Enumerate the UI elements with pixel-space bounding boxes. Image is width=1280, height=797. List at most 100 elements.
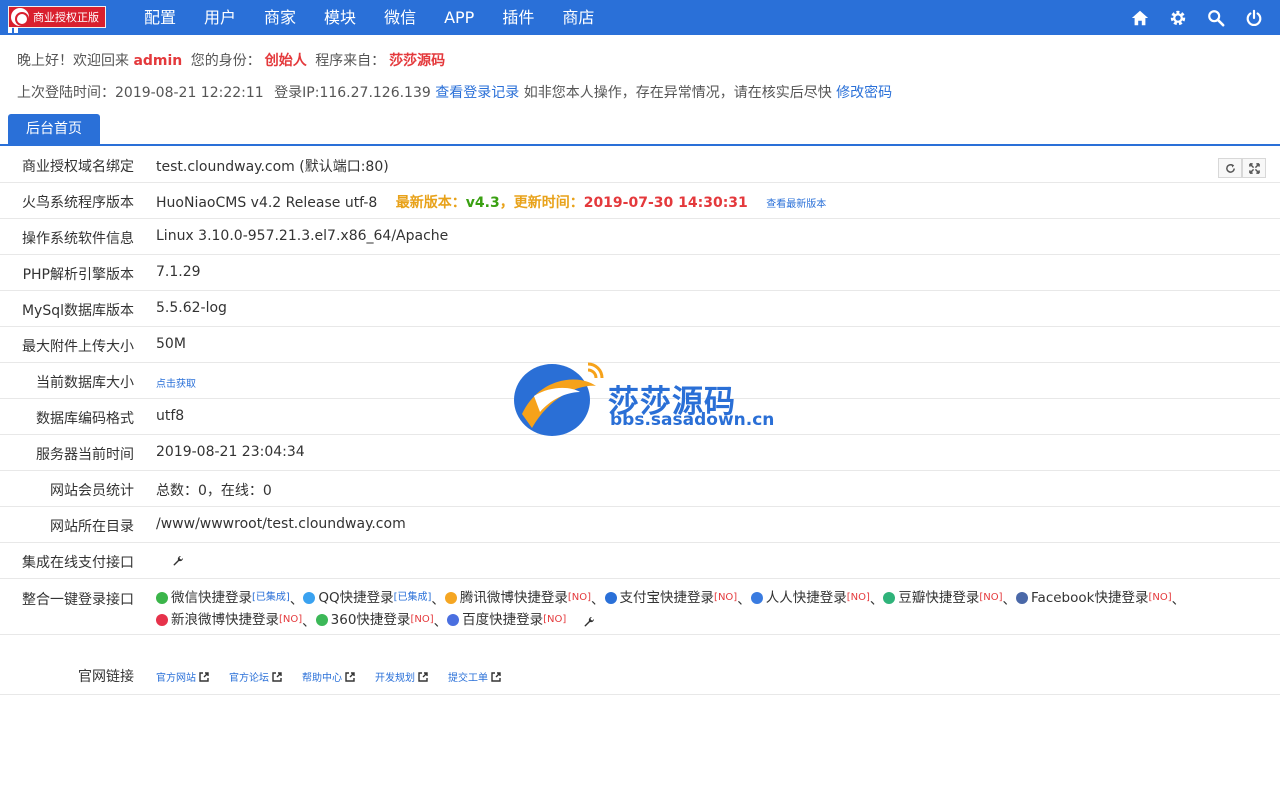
row-label: 商业授权域名绑定 (22, 159, 134, 175)
view-login-log-link[interactable]: 查看登录记录 (435, 85, 519, 101)
official-links: 官方网站 官方论坛 帮助中心 开发规划 提交工单 (156, 669, 501, 684)
login-item-360[interactable]: 360快捷登录 [NO] (315, 610, 434, 630)
nav-item-modules[interactable]: 模块 (310, 0, 370, 35)
external-link-icon (418, 671, 428, 682)
ribbon-icon (8, 27, 18, 33)
login-item-alipay[interactable]: 支付宝快捷登录 [NO] (604, 588, 737, 608)
get-db-size-link[interactable]: 点击获取 (156, 375, 196, 390)
check-latest-version-link[interactable]: 查看最新版本 (766, 199, 826, 210)
refresh-icon (1225, 163, 1235, 173)
wrench-icon (173, 555, 184, 566)
douban-icon (883, 592, 896, 604)
nav-item-users[interactable]: 用户 (190, 0, 250, 35)
row-value: Linux 3.10.0-957.21.3.el7.x86_64/Apache (156, 228, 449, 244)
renren-icon (750, 592, 763, 604)
last-login-time: 2019-08-21 12:22:11 (115, 85, 264, 101)
search-icon[interactable] (1206, 8, 1226, 28)
nav-item-plugins[interactable]: 插件 (488, 0, 548, 35)
facebook-icon (1016, 592, 1029, 604)
link-official-forum[interactable]: 官方论坛 (229, 669, 282, 684)
external-link-icon (199, 671, 209, 682)
nav-item-config[interactable]: 配置 (130, 0, 190, 35)
login-ip-label: 登录IP: (274, 85, 320, 101)
external-link-icon (272, 671, 282, 682)
row-label: 火鸟系统程序版本 (22, 195, 134, 211)
nav-item-app[interactable]: APP (430, 0, 488, 35)
source-value: 莎莎源码 (389, 53, 446, 69)
table-row: 网站所在目录 /www/wwwroot/test.cloundway.com (0, 507, 1280, 543)
seal-icon (11, 8, 29, 26)
tab-dashboard[interactable]: 后台首页 (8, 114, 100, 144)
row-label: 服务器当前时间 (36, 447, 134, 463)
home-icon[interactable] (1130, 8, 1150, 28)
refresh-button[interactable] (1218, 158, 1242, 178)
login-ip: 116.27.126.139 (319, 85, 431, 101)
table-row: 官网链接 官方网站 官方论坛 帮助中心 开发规划 提交工单 (0, 635, 1280, 695)
login-item-tencent-weibo[interactable]: 腾讯微博快捷登录 [NO] (444, 588, 591, 608)
security-notice: 如非您本人操作，存在异常情况，请在核实后尽快 (523, 85, 832, 101)
latest-version: v4.3 (465, 195, 500, 211)
row-value: 50M (156, 336, 186, 352)
nav-item-wechat[interactable]: 微信 (370, 0, 430, 35)
link-dev-roadmap[interactable]: 开发规划 (375, 669, 428, 684)
alipay-icon (604, 592, 617, 604)
watermark-url: bbs.sasadown.cn (610, 410, 775, 430)
table-row: 火鸟系统程序版本 HuoNiaoCMS v4.2 Release utf-8 最… (0, 183, 1280, 219)
login-integrations: 微信快捷登录 [已集成]、 QQ快捷登录 [已集成]、腾讯微博快捷登录 [NO]、支付宝… (156, 588, 1264, 632)
login-item-wechat[interactable]: 微信快捷登录 [已集成] (156, 588, 290, 608)
fullscreen-button[interactable] (1242, 158, 1266, 178)
table-row: 服务器当前时间 2019-08-21 23:04:34 (0, 435, 1280, 471)
360-icon (315, 614, 328, 626)
change-password-link[interactable]: 修改密码 (836, 85, 892, 101)
nav-item-store[interactable]: 商店 (548, 0, 608, 35)
row-value: 2019-08-21 23:04:34 (156, 444, 305, 460)
nav-item-merchants[interactable]: 商家 (250, 0, 310, 35)
login-item-baidu[interactable]: 百度快捷登录 [NO] (447, 610, 566, 630)
latest-version-label: 最新版本： (395, 195, 466, 211)
login-settings-button[interactable] (583, 614, 595, 630)
baidu-icon (447, 614, 460, 626)
login-item-facebook[interactable]: Facebook快捷登录 [NO] (1016, 588, 1172, 608)
update-time: 2019-07-30 14:30:31 (583, 195, 748, 211)
external-link-icon (345, 671, 355, 682)
sina-weibo-icon (156, 614, 168, 626)
login-item-renren[interactable]: 人人快捷登录 [NO] (750, 588, 870, 608)
login-item-qq[interactable]: QQ快捷登录 [已集成] (303, 588, 431, 608)
row-label: 操作系统软件信息 (22, 231, 134, 247)
last-login-time-label: 上次登陆时间： (17, 85, 115, 101)
row-label: 最大附件上传大小 (22, 339, 134, 355)
row-value: 5.5.62-log (156, 300, 227, 316)
table-row: MySql数据库版本 5.5.62-log (0, 291, 1280, 327)
row-value: utf8 (156, 408, 185, 424)
external-link-icon (491, 671, 501, 682)
gear-icon[interactable] (1168, 8, 1188, 28)
row-label: 集成在线支付接口 (22, 555, 134, 571)
login-item-sina-weibo[interactable]: 新浪微博快捷登录 [NO] (156, 610, 302, 630)
license-badge-label: 商业授权正版 (33, 11, 99, 24)
license-badge: 商业授权正版 (8, 6, 106, 28)
table-row: 商业授权域名绑定 test.cloundway.com (默认端口:80) (0, 147, 1280, 183)
panel-tools (1218, 158, 1266, 178)
row-label: 当前数据库大小 (36, 375, 134, 391)
row-value: /www/wwwroot/test.cloundway.com (156, 516, 406, 532)
identity-label: 您的身份： (190, 53, 261, 69)
row-value: 7.1.29 (156, 264, 201, 280)
watermark: 莎莎源码 bbs.sasadown.cn (510, 356, 780, 440)
row-label: 网站所在目录 (50, 519, 134, 535)
identity-value: 创始人 (264, 53, 307, 69)
payment-settings-button[interactable] (172, 553, 184, 569)
wrench-icon (584, 616, 594, 627)
link-help-center[interactable]: 帮助中心 (302, 669, 355, 684)
top-navigation-bar: 商业授权正版 配置 用户 商家 模块 微信 APP 插件 商店 (0, 0, 1280, 35)
link-official-site[interactable]: 官方网站 (156, 669, 209, 684)
source-label: 程序来自： (315, 53, 386, 69)
login-item-douban[interactable]: 豆瓣快捷登录 [NO] (883, 588, 1003, 608)
welcome-line: 晚上好！欢迎回来 admin 您的身份： 创始人 程序来自： 莎莎源码 (17, 50, 445, 70)
row-label: MySql数据库版本 (21, 303, 134, 319)
tencent-weibo-icon (444, 592, 457, 604)
wechat-icon (156, 592, 168, 604)
link-submit-ticket[interactable]: 提交工单 (448, 669, 501, 684)
power-icon[interactable] (1244, 8, 1264, 28)
greeting-text: 晚上好！欢迎回来 (17, 53, 129, 69)
table-row: 整合一键登录接口 微信快捷登录 [已集成]、 QQ快捷登录 [已集成]、腾讯微博快捷登… (0, 579, 1280, 635)
